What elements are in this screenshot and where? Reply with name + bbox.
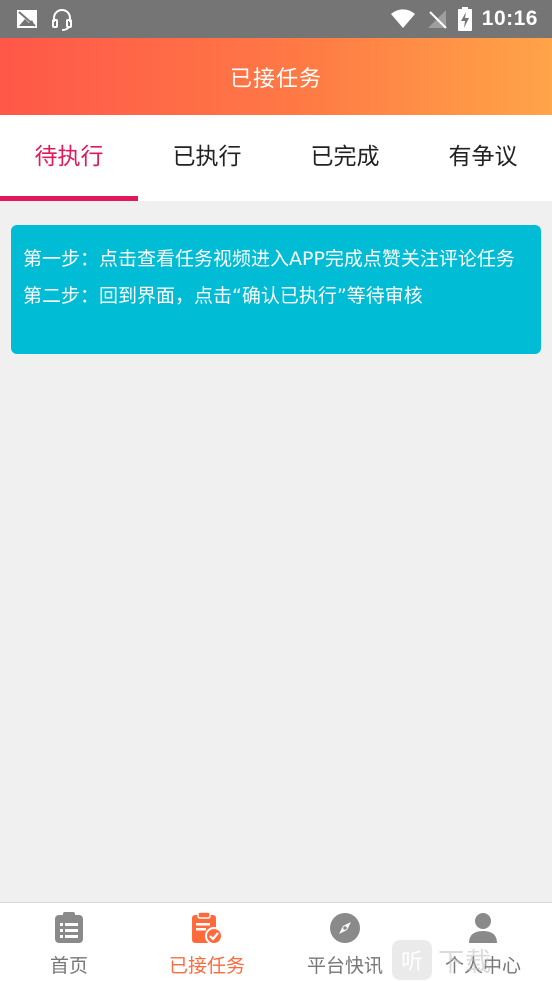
nav-label: 已接任务 (168, 955, 245, 977)
tab-label: 有争议 (448, 144, 518, 170)
nav-accepted-tasks[interactable]: 已接任务 (138, 903, 276, 981)
compass-icon (328, 911, 362, 945)
clock-time: 10:16 (481, 7, 538, 30)
task-status-tabs: 待执行 已执行 已完成 有争议 (0, 115, 552, 201)
tab-label: 待执行 (34, 144, 104, 170)
tab-executed[interactable]: 已执行 (138, 115, 276, 201)
nav-home[interactable]: 首页 (0, 903, 138, 981)
watermark-badge: 听 (392, 940, 432, 980)
clipboard-check-icon (190, 911, 224, 945)
no-signal-icon (426, 8, 448, 30)
nav-label: 首页 (49, 955, 88, 977)
tab-disputed[interactable]: 有争议 (414, 115, 552, 201)
nav-label: 平台快讯 (306, 955, 383, 977)
list-icon (52, 911, 86, 945)
tab-label: 已完成 (310, 144, 380, 170)
tab-completed[interactable]: 已完成 (276, 115, 414, 201)
app-header: 已接任务 (0, 38, 552, 115)
watermark-text: 下载 (438, 947, 493, 978)
page-title: 已接任务 (229, 66, 322, 92)
instruction-card: 第一步：点击查看任务视频进入APP完成点赞关注评论任务 第二步：回到界面，点击“… (11, 225, 541, 354)
headset-notification-icon (50, 7, 74, 31)
watermark: 听 下载 (392, 938, 492, 981)
wifi-icon (390, 9, 416, 29)
no-image-notification-icon (16, 9, 38, 29)
tab-pending[interactable]: 待执行 (0, 115, 138, 201)
tab-label: 已执行 (172, 144, 242, 170)
instruction-step-2: 第二步：回到界面，点击“确认已执行”等待审核 (23, 285, 423, 307)
battery-charging-icon (457, 7, 472, 31)
status-bar: 10:16 (0, 0, 552, 38)
instruction-step-1: 第一步：点击查看任务视频进入APP完成点赞关注评论任务 (23, 248, 515, 270)
